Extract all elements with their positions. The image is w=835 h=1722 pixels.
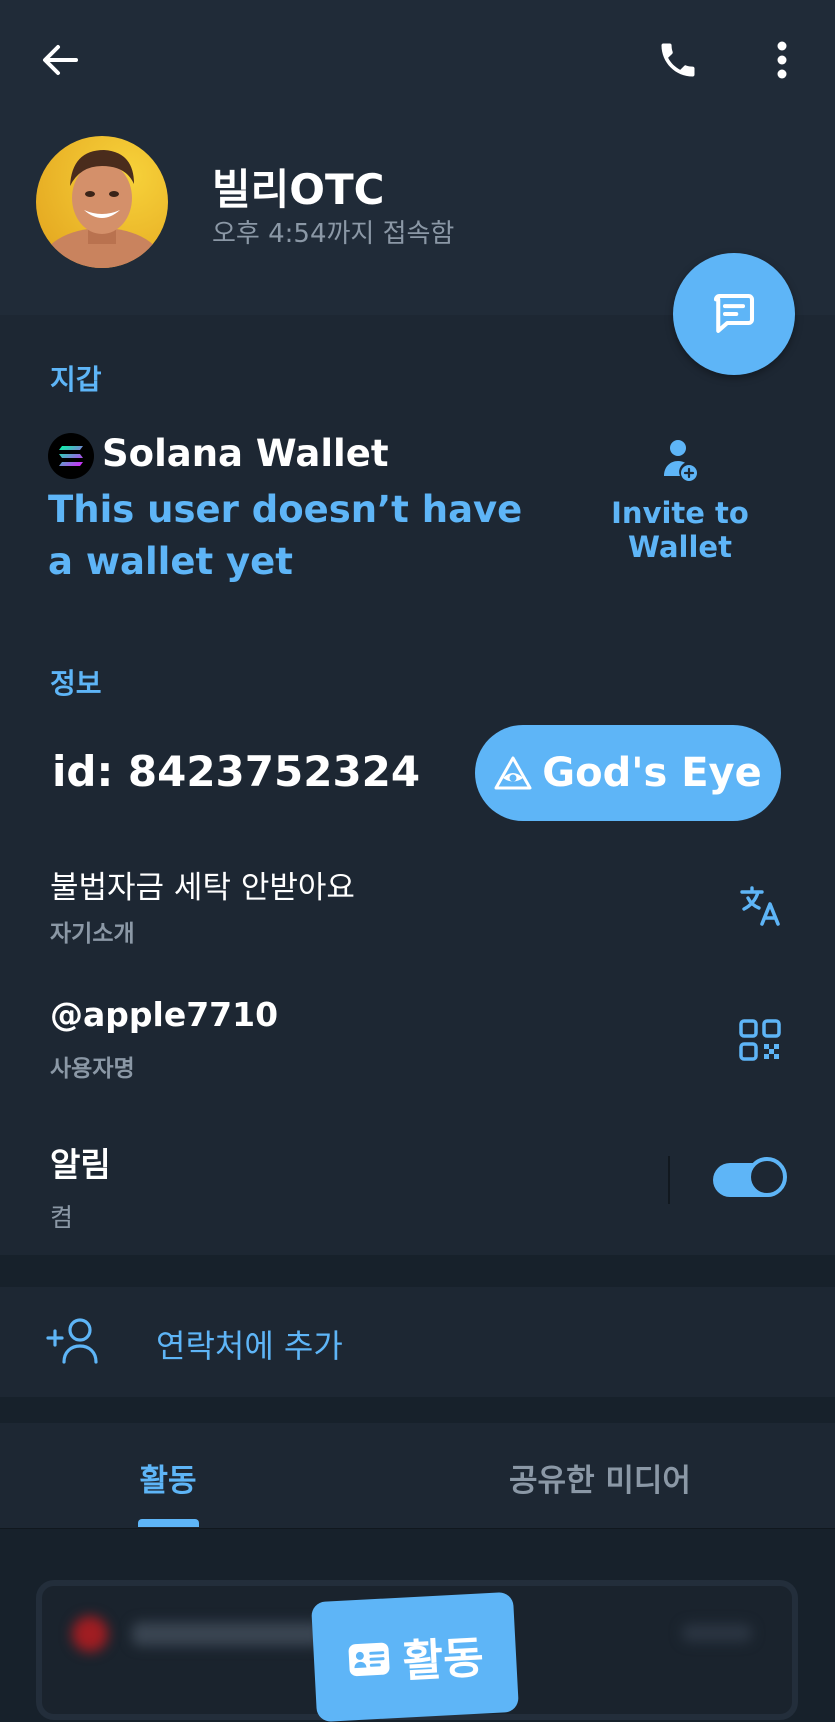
activity-badge-label: 활동 bbox=[401, 1632, 485, 1688]
last-seen-status: 오후 4:54까지 접속함 bbox=[212, 219, 455, 249]
tab-shared-media[interactable]: 공유한 미디어 bbox=[430, 1455, 770, 1500]
activity-card-icon bbox=[348, 1642, 390, 1677]
contact-name: 빌리OTC bbox=[212, 165, 385, 214]
activity-badge: 활동 bbox=[310, 1591, 520, 1722]
invite-to-wallet-label: Invite to Wallet bbox=[611, 496, 749, 564]
username-label: 사용자명 bbox=[50, 1056, 135, 1082]
add-contact-label: 연락처에 추가 bbox=[156, 1327, 343, 1365]
user-id[interactable]: id: 8423752324 bbox=[52, 747, 420, 796]
notifications-toggle[interactable] bbox=[713, 1157, 787, 1197]
invite-to-wallet-button[interactable]: Invite to Wallet bbox=[560, 436, 800, 564]
no-wallet-text-line1: This user doesn’t have bbox=[48, 488, 523, 531]
username-value[interactable]: @apple7710 bbox=[50, 995, 278, 1034]
bio-label: 자기소개 bbox=[50, 921, 135, 947]
blurred-time bbox=[682, 1624, 752, 1642]
toggle-knob bbox=[747, 1157, 787, 1197]
notifications-state: 켬 bbox=[50, 1203, 74, 1232]
blurred-text bbox=[132, 1622, 322, 1646]
solana-icon bbox=[48, 433, 94, 479]
bio-value[interactable]: 불법자금 세탁 안받아요 bbox=[50, 862, 355, 907]
blurred-avatar bbox=[72, 1616, 108, 1652]
eye-triangle-icon bbox=[494, 756, 532, 790]
avatar[interactable] bbox=[36, 136, 168, 268]
active-tab-indicator bbox=[138, 1519, 199, 1527]
tab-activity[interactable]: 활동 bbox=[118, 1455, 218, 1500]
qr-code-icon[interactable] bbox=[730, 1010, 790, 1070]
wallet-section-title: 지갑 bbox=[50, 363, 102, 396]
phone-icon[interactable] bbox=[648, 30, 708, 90]
wallet-name: Solana Wallet bbox=[102, 432, 389, 475]
info-section-title: 정보 bbox=[50, 667, 102, 700]
back-arrow-icon[interactable] bbox=[30, 30, 90, 90]
more-vertical-icon[interactable] bbox=[752, 30, 812, 90]
add-contact-row[interactable] bbox=[0, 1287, 835, 1397]
add-user-icon bbox=[660, 436, 700, 484]
gods-eye-button[interactable]: God's Eye bbox=[475, 725, 781, 821]
send-message-button[interactable] bbox=[673, 253, 795, 375]
message-icon bbox=[713, 293, 755, 333]
gods-eye-label: God's Eye bbox=[542, 750, 762, 796]
add-contact-icon bbox=[44, 1316, 100, 1366]
no-wallet-text-line2: a wallet yet bbox=[48, 540, 293, 583]
translate-icon[interactable] bbox=[730, 876, 790, 936]
row-divider bbox=[668, 1156, 670, 1204]
notifications-label: 알림 bbox=[50, 1145, 111, 1184]
